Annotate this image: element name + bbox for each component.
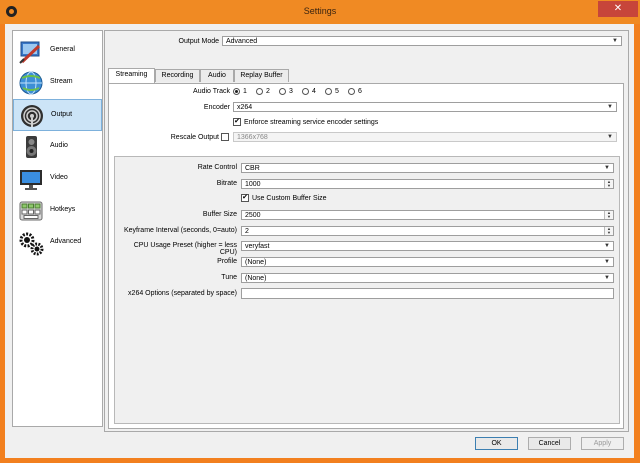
keyframe-interval-spinbox[interactable]: 2 ▲ ▼	[241, 226, 614, 236]
spin-arrows-icon[interactable]: ▲ ▼	[604, 180, 613, 188]
rate-control-value: CBR	[245, 165, 260, 172]
x264-options-label: x264 Options (separated by space)	[128, 290, 237, 297]
audio-track-radio-6[interactable]	[348, 88, 355, 95]
chevron-down-icon: ▼	[604, 243, 610, 249]
sidebar-item-stream[interactable]: Stream	[13, 67, 102, 99]
sidebar-item-label: Audio	[50, 142, 68, 149]
settings-window: General Stream Output Audio Video Hotkey…	[5, 24, 634, 458]
buffer-size-value: 2500	[245, 212, 261, 219]
profile-value: (None)	[245, 259, 267, 266]
rate-control-select[interactable]: CBR ▼	[241, 163, 614, 173]
audio-icon	[26, 136, 37, 158]
cpu-preset-value: veryfast	[245, 243, 270, 250]
hotkeys-icon	[19, 201, 43, 221]
sidebar-item-label: Stream	[50, 78, 73, 85]
tune-value: (None)	[245, 275, 267, 282]
tab-streaming[interactable]: Streaming	[108, 68, 155, 83]
stream-icon	[19, 71, 43, 95]
profile-label: Profile	[217, 258, 237, 265]
enforce-settings-checkbox[interactable]: ✔	[233, 118, 241, 126]
rate-control-label: Rate Control	[197, 164, 237, 171]
chevron-down-icon: ▼	[607, 104, 613, 110]
window-title: Settings	[303, 6, 337, 16]
close-button[interactable]: ✕	[598, 1, 638, 17]
x264-options-input[interactable]	[241, 288, 614, 299]
sidebar-item-hotkeys[interactable]: Hotkeys	[13, 195, 102, 227]
sidebar-item-label: Hotkeys	[50, 206, 76, 213]
tab-audio[interactable]: Audio	[200, 69, 234, 82]
video-icon	[20, 170, 42, 190]
audio-track-option: 2	[266, 88, 270, 95]
audio-track-option: 1	[243, 88, 247, 95]
chevron-down-icon: ▼	[604, 165, 610, 171]
general-icon	[19, 41, 41, 64]
output-mode-select[interactable]: Advanced ▼	[222, 36, 622, 46]
profile-select[interactable]: (None) ▼	[241, 257, 614, 267]
audio-track-radio-2[interactable]	[256, 88, 263, 95]
output-mode-value: Advanced	[226, 38, 258, 45]
streaming-panel: Audio Track 1 2 3 4 5 6 Encoder x264 ▼ ✔…	[108, 83, 624, 429]
sidebar-item-label: Output	[51, 111, 73, 118]
bitrate-spinbox[interactable]: 1000 ▲ ▼	[241, 179, 614, 189]
apply-button[interactable]: Apply	[581, 437, 624, 450]
tab-recording[interactable]: Recording	[155, 69, 200, 82]
tab-replay-buffer[interactable]: Replay Buffer	[234, 69, 289, 82]
enforce-settings-label: Enforce streaming service encoder settin…	[244, 119, 379, 126]
sidebar-item-general[interactable]: General	[13, 35, 102, 67]
sidebar-item-label: General	[50, 46, 75, 53]
bitrate-value: 1000	[245, 181, 261, 188]
rescale-output-checkbox[interactable]	[221, 133, 229, 141]
sidebar-item-label: Advanced	[50, 238, 82, 245]
audio-track-radio-4[interactable]	[302, 88, 309, 95]
sidebar-item-advanced[interactable]: Advanced	[13, 227, 102, 259]
encoder-select[interactable]: x264 ▼	[233, 102, 617, 112]
settings-sidebar: General Stream Output Audio Video Hotkey…	[12, 30, 103, 427]
audio-track-label: Audio Track	[193, 88, 230, 95]
ok-button[interactable]: OK	[475, 437, 518, 450]
sidebar-item-output[interactable]: Output	[13, 99, 102, 131]
audio-track-option: 5	[335, 88, 339, 95]
audio-track-radio-3[interactable]	[279, 88, 286, 95]
title-bar[interactable]: Settings ✕	[0, 0, 640, 24]
audio-track-option: 6	[358, 88, 362, 95]
cpu-preset-select[interactable]: veryfast ▼	[241, 241, 614, 251]
chevron-down-icon: ▼	[607, 134, 613, 140]
bitrate-label: Bitrate	[216, 180, 237, 187]
encoder-label: Encoder	[203, 104, 230, 111]
sidebar-item-label: Video	[50, 174, 68, 181]
buffer-size-spinbox[interactable]: 2500 ▲ ▼	[241, 210, 614, 220]
chevron-down-icon: ▼	[604, 259, 610, 265]
encoder-value: x264	[237, 104, 253, 111]
spin-arrows-icon[interactable]: ▲ ▼	[604, 227, 613, 235]
tune-select[interactable]: (None) ▼	[241, 273, 614, 283]
output-mode-label: Output Mode	[178, 38, 219, 45]
keyframe-interval-value: 2	[245, 228, 249, 235]
audio-track-option: 4	[312, 88, 316, 95]
cancel-button[interactable]: Cancel	[528, 437, 571, 450]
cpu-preset-label: CPU Usage Preset (higher = less CPU)	[133, 242, 237, 256]
settings-content: Output Mode Advanced ▼ Streaming Recordi…	[104, 30, 629, 432]
audio-track-option: 3	[289, 88, 293, 95]
keyframe-interval-label: Keyframe Interval (seconds, 0=auto)	[123, 227, 237, 234]
custom-buffer-checkbox[interactable]: ✔	[241, 194, 249, 202]
audio-track-radio-1[interactable]	[233, 88, 240, 95]
advanced-icon	[19, 232, 44, 256]
chevron-down-icon: ▼	[604, 275, 610, 281]
audio-track-radio-5[interactable]	[325, 88, 332, 95]
sidebar-item-video[interactable]: Video	[13, 163, 102, 195]
rescale-output-value: 1366x768	[237, 134, 268, 141]
sidebar-item-audio[interactable]: Audio	[13, 131, 102, 163]
rescale-output-label: Rescale Output	[170, 134, 219, 141]
custom-buffer-label: Use Custom Buffer Size	[252, 195, 327, 202]
output-icon	[21, 105, 43, 127]
encoder-settings-group: Rate Control CBR ▼ Bitrate 1000 ▲ ▼ ✔ Use…	[114, 156, 620, 424]
spin-arrows-icon[interactable]: ▲ ▼	[604, 211, 613, 219]
rescale-output-select: 1366x768 ▼	[233, 132, 617, 142]
buffer-size-label: Buffer Size	[202, 211, 237, 218]
tune-label: Tune	[221, 274, 237, 281]
chevron-down-icon: ▼	[612, 38, 618, 44]
